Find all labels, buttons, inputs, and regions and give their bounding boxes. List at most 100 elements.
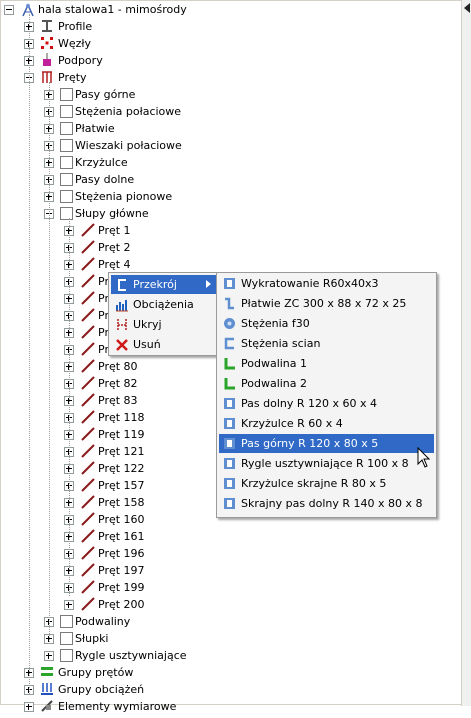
tree-group[interactable]: Stężenia pionowe <box>0 188 460 205</box>
context-menu-item-loads[interactable]: Obciążenia <box>111 295 217 314</box>
tree-node-load-groups[interactable]: Grupy obciążeń <box>0 681 460 698</box>
tree-bar-item[interactable]: Pręt 200 <box>0 596 460 613</box>
tree-group[interactable]: Stężenia połaciowe <box>0 103 460 120</box>
tree-node-profile[interactable]: Profile <box>0 18 460 35</box>
menu-item-label: Pas górny R 120 x 80 x 5 <box>241 437 379 450</box>
collapse-icon[interactable] <box>4 5 14 15</box>
tree-item-label: Pręt 122 <box>98 462 145 475</box>
context-menu-item-section[interactable]: Przekrój <box>111 275 217 294</box>
tree-node-bars[interactable]: Pręty <box>0 69 460 86</box>
tree-item-label: Pręt 82 <box>98 377 138 390</box>
bar-groups-icon <box>40 665 54 679</box>
tree-node-supports[interactable]: Podpory <box>0 52 460 69</box>
tree-item-label: Pręt 2 <box>98 241 131 254</box>
tree-node-bar-groups[interactable]: Grupy prętów <box>0 664 460 681</box>
tree-item-label: Pręt 199 <box>98 581 145 594</box>
tree-item-label: Pręt 83 <box>98 394 138 407</box>
menu-item-label: Rygle usztywniające R 100 x 8 <box>241 457 409 470</box>
tree-group[interactable]: Pasy górne <box>0 86 460 103</box>
section-option[interactable]: Podwalina 2 <box>219 374 434 393</box>
checkbox[interactable] <box>60 190 73 203</box>
section-option[interactable]: Skrajny pas dolny R 140 x 80 x 8 <box>219 494 434 513</box>
bar-icon <box>80 444 95 458</box>
bar-icon <box>80 597 95 611</box>
checkbox[interactable] <box>60 105 73 118</box>
section-option[interactable]: Stężenia scian <box>219 334 434 353</box>
tree-item-label: Pasy górne <box>75 88 136 101</box>
menu-item-label: Pas dolny R 120 x 60 x 4 <box>241 397 377 410</box>
section-option[interactable]: Stężenia f30 <box>219 314 434 333</box>
tree-group[interactable]: Krzyżulce <box>0 154 460 171</box>
checkbox[interactable] <box>60 156 73 169</box>
bar-icon <box>80 223 95 237</box>
submenu-arrow-icon <box>206 280 211 288</box>
checkbox[interactable] <box>60 615 73 628</box>
context-menu-item-hide[interactable]: Ukryj <box>111 315 217 334</box>
supports-icon <box>40 53 54 67</box>
menu-item-label: Przekrój <box>133 278 177 291</box>
bar-icon <box>80 308 95 322</box>
panel-side-strip[interactable] <box>461 0 471 706</box>
checkbox[interactable] <box>60 649 73 662</box>
checkbox[interactable] <box>60 88 73 101</box>
tree-node-dimension-elements[interactable]: Elementy wymiarowe <box>0 698 460 715</box>
collapse-arrow-icon[interactable] <box>464 3 470 13</box>
expand-icon[interactable] <box>24 702 34 712</box>
checkbox[interactable] <box>60 122 73 135</box>
bar-icon <box>80 240 95 254</box>
bar-icon <box>80 461 95 475</box>
section-option[interactable]: Pas górny R 120 x 80 x 5 <box>219 434 434 453</box>
context-menu-item-delete[interactable]: Usuń <box>111 335 217 354</box>
tree-item-label: Słupki <box>75 632 109 645</box>
tree-item-label: Pręt 121 <box>98 445 145 458</box>
tree-group[interactable]: Płatwie <box>0 120 460 137</box>
checkbox[interactable] <box>60 139 73 152</box>
tree-group[interactable]: Podwaliny <box>0 613 460 630</box>
tree-connector <box>69 218 70 596</box>
rect-tube-icon <box>223 457 236 470</box>
tree-group[interactable]: Wieszaki połaciowe <box>0 137 460 154</box>
tree-item-label: Płatwie <box>75 122 115 135</box>
section-option[interactable]: Wykratowanie R60x40x3 <box>219 274 434 293</box>
section-option[interactable]: Podwalina 1 <box>219 354 434 373</box>
bar-icon <box>80 410 95 424</box>
tree-item-label: Grupy prętów <box>58 666 134 679</box>
rect-tube-icon <box>223 277 236 290</box>
tree-item-label: hala stalowa1 - mimośrody <box>38 3 187 16</box>
tree-group[interactable]: Pasy dolne <box>0 171 460 188</box>
expand-icon[interactable] <box>44 651 54 661</box>
round-bar-icon <box>223 317 236 330</box>
section-option[interactable]: Krzyżulce skrajne R 80 x 5 <box>219 474 434 493</box>
bar-icon <box>80 512 95 526</box>
tree-item-label: Pręt 196 <box>98 547 145 560</box>
tree-group[interactable]: Rygle usztywniające <box>0 647 460 664</box>
angle-green-icon <box>223 377 236 390</box>
bar-icon <box>80 359 95 373</box>
tree-item-label: Pręt 157 <box>98 479 145 492</box>
bar-icon <box>80 325 95 339</box>
section-option[interactable]: Krzyżulce R 60 x 4 <box>219 414 434 433</box>
menu-item-label: Obciążenia <box>133 298 194 311</box>
rect-tube-icon <box>223 497 236 510</box>
section-option[interactable]: Pas dolny R 120 x 60 x 4 <box>219 394 434 413</box>
tree-root[interactable]: hala stalowa1 - mimośrody <box>0 1 460 18</box>
bar-icon <box>80 580 95 594</box>
checkbox[interactable] <box>60 207 73 220</box>
section-option[interactable]: Płatwie ZC 300 x 88 x 72 x 25 <box>219 294 434 313</box>
bar-icon <box>80 291 95 305</box>
section-icon <box>115 278 128 291</box>
checkbox[interactable] <box>60 173 73 186</box>
section-option[interactable]: Rygle usztywniające R 100 x 8 <box>219 454 434 473</box>
tree-item-label: Grupy obciążeń <box>58 683 145 696</box>
tree-node-nodes[interactable]: Węzły <box>0 35 460 52</box>
section-submenu: Wykratowanie R60x40x3 Płatwie ZC 300 x 88… <box>216 272 437 518</box>
checkbox[interactable] <box>60 632 73 645</box>
z-section-icon <box>223 297 236 310</box>
tree-item-label: Pręt 200 <box>98 598 145 611</box>
bar-icon <box>80 478 95 492</box>
context-menu: Przekrój Obciążenia Ukryj Usuń <box>108 272 220 356</box>
tree-item-label: Profile <box>58 20 93 33</box>
bar-icon <box>80 427 95 441</box>
expand-icon[interactable] <box>64 600 74 610</box>
tree-group[interactable]: Słupki <box>0 630 460 647</box>
